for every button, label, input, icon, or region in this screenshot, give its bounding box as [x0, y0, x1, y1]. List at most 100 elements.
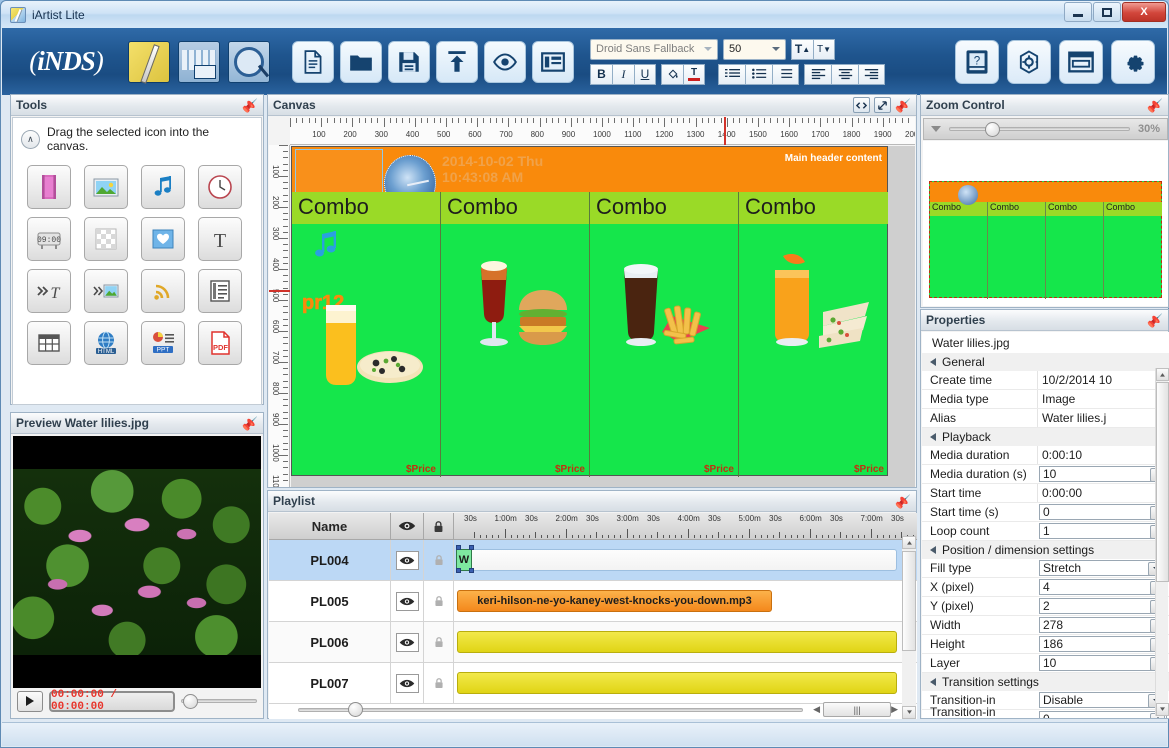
- italic-button[interactable]: I: [612, 63, 634, 85]
- tool-document[interactable]: [198, 269, 242, 313]
- column-3[interactable]: Combo $Price: [590, 192, 739, 477]
- table-row[interactable]: PL007: [269, 663, 917, 704]
- h-scroll-thumb[interactable]: |||: [823, 702, 892, 717]
- cola-and-fries-image[interactable]: [604, 254, 729, 359]
- font-size-select[interactable]: 50: [723, 38, 786, 60]
- property-group-header[interactable]: Position / dimension settings: [922, 541, 1169, 559]
- column-header-name[interactable]: Name: [269, 513, 391, 539]
- spinner-up-icon[interactable]: [1154, 716, 1161, 718]
- indent-list-button[interactable]: [772, 63, 799, 85]
- screen-layout-button[interactable]: [1059, 39, 1103, 84]
- scroll-down-button[interactable]: [1156, 703, 1169, 716]
- fill-color-button[interactable]: [661, 63, 683, 85]
- property-value[interactable]: Disable: [1039, 692, 1167, 708]
- resize-handle[interactable]: [469, 545, 474, 550]
- column-header-visible[interactable]: [391, 513, 424, 539]
- tool-text[interactable]: T: [198, 217, 242, 261]
- tool-digital-clock[interactable]: 09:00: [27, 217, 71, 261]
- align-right-button[interactable]: [858, 63, 885, 85]
- slider-knob[interactable]: [183, 693, 198, 709]
- table-row[interactable]: PL005 keri-hilson-ne-yo-kaney-west-knocks…: [269, 581, 917, 622]
- zoom-thumbnail-view[interactable]: Combo Combo Combo Combo: [923, 141, 1168, 306]
- play-button[interactable]: [17, 690, 43, 712]
- column-header-lock[interactable]: [424, 513, 454, 539]
- resize-handle[interactable]: [456, 545, 461, 550]
- music-note-object[interactable]: [308, 230, 342, 264]
- beer-and-burger-image[interactable]: [459, 254, 579, 359]
- monitor-inspect-icon[interactable]: [228, 40, 270, 83]
- property-group-header[interactable]: General: [922, 353, 1169, 371]
- lock-toggle[interactable]: [430, 633, 447, 652]
- align-left-button[interactable]: [804, 63, 831, 85]
- scroll-left-button[interactable]: ◀: [813, 704, 820, 715]
- slider-knob[interactable]: [348, 702, 363, 717]
- timeline-track[interactable]: keri-hilson-ne-yo-kaney-west-knocks-you-…: [454, 581, 917, 621]
- font-color-button[interactable]: T: [683, 63, 705, 85]
- close-button[interactable]: X: [1122, 2, 1166, 22]
- tool-audio[interactable]: [141, 165, 185, 209]
- pin-icon[interactable]: 📌: [895, 98, 911, 113]
- visibility-toggle[interactable]: [395, 632, 419, 652]
- canvas-stage-scroll[interactable]: Main header content 2014-10-02 Thu 10:43…: [291, 146, 915, 487]
- open-button[interactable]: [340, 40, 382, 83]
- property-value[interactable]: Stretch: [1039, 560, 1167, 576]
- tool-clock[interactable]: [198, 165, 242, 209]
- resize-handle[interactable]: [469, 568, 474, 573]
- pin-icon[interactable]: 📌: [1147, 313, 1163, 328]
- tool-rss[interactable]: [141, 269, 185, 313]
- schedule-calendar-icon[interactable]: [178, 40, 220, 83]
- stage-thumbnail[interactable]: Combo Combo Combo Combo: [929, 181, 1162, 299]
- property-value[interactable]: 278: [1039, 617, 1167, 633]
- scrollbar-thumb[interactable]: [1156, 382, 1169, 582]
- expand-button[interactable]: [873, 97, 891, 113]
- new-document-button[interactable]: [292, 40, 334, 83]
- bold-button[interactable]: B: [590, 63, 612, 85]
- visibility-toggle[interactable]: [395, 550, 419, 570]
- fit-width-button[interactable]: [852, 97, 870, 113]
- pin-icon[interactable]: 📌: [242, 98, 258, 113]
- pin-icon[interactable]: 📌: [242, 416, 258, 431]
- minimize-button[interactable]: [1064, 2, 1092, 22]
- maximize-button[interactable]: [1093, 2, 1121, 22]
- property-group-header[interactable]: Transition settings: [922, 673, 1169, 691]
- numbered-list-button[interactable]: [718, 63, 745, 85]
- font-family-select[interactable]: Droid Sans Fallback: [590, 38, 718, 60]
- tool-video[interactable]: [27, 165, 71, 209]
- properties-scrollbar[interactable]: [1155, 368, 1169, 716]
- timeline-track[interactable]: [454, 622, 917, 662]
- column-1[interactable]: Combo pr12 $Price: [292, 192, 441, 477]
- timeline-clip[interactable]: [457, 631, 897, 653]
- lock-toggle[interactable]: [430, 674, 447, 693]
- scroll-up-button[interactable]: [1156, 368, 1169, 381]
- lock-toggle[interactable]: [430, 551, 447, 570]
- property-group-header[interactable]: Playback: [922, 428, 1169, 446]
- property-value[interactable]: 10: [1039, 655, 1167, 671]
- timeline-clip[interactable]: [457, 672, 897, 694]
- scroll-right-button[interactable]: ▶: [891, 704, 898, 715]
- table-row[interactable]: PL006: [269, 622, 917, 663]
- playlist-vertical-scroll[interactable]: [902, 536, 916, 719]
- chevron-down-icon[interactable]: [931, 126, 941, 132]
- table-row[interactable]: PL004 WW: [269, 540, 917, 581]
- pin-icon[interactable]: 📌: [895, 494, 911, 509]
- tool-slideshow[interactable]: [84, 269, 128, 313]
- tool-ppt[interactable]: PPT: [141, 321, 185, 365]
- slider-knob[interactable]: [985, 121, 1000, 137]
- align-center-button[interactable]: [831, 63, 858, 85]
- scroll-up-button[interactable]: [902, 536, 916, 549]
- pin-icon[interactable]: 📌: [1147, 98, 1163, 113]
- playlist-zoom-slider[interactable]: [298, 701, 804, 719]
- scrollbar-thumb[interactable]: [902, 551, 916, 651]
- publish-button[interactable]: [436, 40, 478, 83]
- save-button[interactable]: [388, 40, 430, 83]
- playlist-horizontal-scroll[interactable]: ◀ ||| ▶: [270, 701, 904, 718]
- zoom-slider-bar[interactable]: 30%: [923, 118, 1168, 140]
- tool-html[interactable]: HTML: [84, 321, 128, 365]
- tool-image[interactable]: [84, 165, 128, 209]
- preview-seek-slider[interactable]: [181, 692, 257, 710]
- layout-button[interactable]: [532, 40, 574, 83]
- clock-text-object[interactable]: 2014-10-02 Thu 10:43:08 AM: [442, 153, 543, 185]
- property-value[interactable]: 2: [1039, 598, 1167, 614]
- tool-table[interactable]: [27, 321, 71, 365]
- settings-button[interactable]: [1111, 39, 1155, 84]
